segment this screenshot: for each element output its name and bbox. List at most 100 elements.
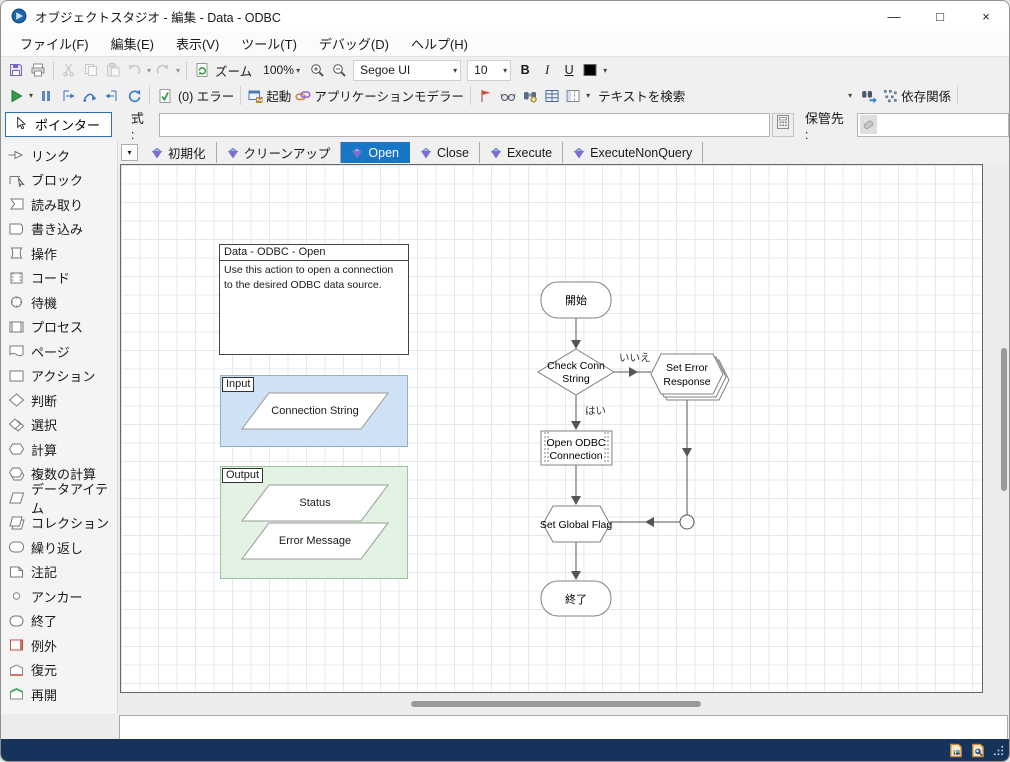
palette-item-read[interactable]: 読み取り — [1, 192, 117, 217]
menu-item-4[interactable]: デバッグ(D) — [308, 32, 400, 55]
palette-item-link[interactable]: リンク — [1, 143, 117, 168]
data-item-error-message[interactable]: Error Message — [241, 522, 389, 560]
menu-item-1[interactable]: 編集(E) — [100, 32, 165, 55]
zoom-out-button[interactable] — [328, 59, 350, 81]
palette-item-page[interactable]: ページ — [1, 339, 117, 364]
tab-クリーンアップ[interactable]: クリーンアップ — [217, 142, 342, 163]
resize-grip[interactable] — [992, 744, 1005, 757]
tab-executenonquery[interactable]: ExecuteNonQuery — [563, 142, 703, 163]
data-item-connection-string[interactable]: Connection String — [241, 392, 389, 430]
output-block-label: Output — [222, 468, 263, 483]
font-size-select[interactable]: 10▾ — [467, 60, 511, 81]
underline-button[interactable]: U — [558, 59, 580, 81]
maximize-button[interactable]: □ — [917, 1, 963, 31]
validate-button[interactable] — [154, 85, 176, 107]
step-into-button[interactable] — [57, 85, 79, 107]
palette-item-decision[interactable]: 判断 — [1, 388, 117, 413]
close-button[interactable]: × — [963, 1, 1009, 31]
tab-close[interactable]: Close — [410, 142, 480, 163]
launch-button[interactable]: 起動 — [245, 85, 293, 107]
reset-button[interactable] — [123, 85, 145, 107]
expression-input[interactable] — [159, 113, 770, 137]
breakpoint-button[interactable] — [475, 85, 497, 107]
page-tab-bar: ▾初期化クリーンアップOpenCloseExecuteExecuteNonQue… — [118, 141, 1010, 164]
decision-stage[interactable] — [538, 349, 614, 395]
redo-button[interactable]: ▾ — [153, 59, 182, 81]
text-search-combo[interactable]: テキストを検索▾ — [594, 85, 856, 106]
document-report-icon[interactable] — [948, 743, 963, 758]
find-next-button[interactable] — [858, 85, 880, 107]
palette-item-collection[interactable]: コレクション — [1, 511, 117, 536]
horizontal-scrollbar-thumb[interactable] — [411, 701, 701, 707]
tab-execute[interactable]: Execute — [480, 142, 563, 163]
zoom-select[interactable]: 100%▾ — [257, 60, 303, 81]
font-size-select-value: 10 — [474, 63, 487, 77]
paste-button[interactable] — [102, 59, 124, 81]
undo-button[interactable]: ▾ — [124, 59, 153, 81]
palette-item-calc[interactable]: 計算 — [1, 437, 117, 462]
vertical-scrollbar-thumb[interactable] — [1001, 348, 1007, 491]
pointer-tool-button[interactable]: ポインター — [5, 112, 112, 137]
input-block[interactable]: Input Connection String — [220, 375, 408, 447]
search-button[interactable] — [519, 85, 541, 107]
palette-item-end[interactable]: 終了 — [1, 609, 117, 634]
save-button[interactable] — [5, 59, 27, 81]
zoom-in-button[interactable] — [306, 59, 328, 81]
store-in-input[interactable] — [881, 117, 1008, 133]
menu-item-3[interactable]: ツール(T) — [230, 32, 308, 55]
note-stage[interactable]: Data - ODBC - Open Use this action to op… — [219, 244, 409, 355]
cut-button[interactable] — [58, 59, 80, 81]
expression-editor-button[interactable] — [772, 113, 794, 137]
loop-stage-icon — [8, 540, 25, 554]
copy-button[interactable] — [80, 59, 102, 81]
workspace: リンクブロック読み取り書き込み操作コード待機プロセスページアクション判断選択計算… — [1, 141, 1010, 741]
branch-no-label: いいえ — [619, 352, 651, 364]
anchor-stage[interactable] — [680, 515, 694, 529]
pause-button[interactable] — [35, 85, 57, 107]
redo-icon — [155, 62, 171, 78]
palette-item-choice[interactable]: 選択 — [1, 413, 117, 438]
menu-item-5[interactable]: ヘルプ(H) — [400, 32, 479, 55]
data-item-status[interactable]: Status — [241, 484, 389, 522]
palette-item-recover[interactable]: 復元 — [1, 658, 117, 683]
italic-button[interactable]: I — [536, 59, 558, 81]
app-modeller-button[interactable]: アプリケーションモデラー — [293, 85, 466, 107]
palette-item-write[interactable]: 書き込み — [1, 217, 117, 242]
run-button[interactable]: ▾ — [6, 85, 35, 107]
palette-item-dataitem[interactable]: データアイテム — [1, 486, 117, 511]
palette-item-resume[interactable]: 再開 — [1, 682, 117, 707]
step-out-button[interactable] — [101, 85, 123, 107]
tab-初期化[interactable]: 初期化 — [141, 142, 217, 163]
tab-open[interactable]: Open — [341, 142, 410, 163]
watch-button[interactable] — [497, 85, 519, 107]
bold-button[interactable]: B — [514, 59, 536, 81]
palette-item-exception[interactable]: 例外 — [1, 633, 117, 658]
errors-button[interactable]: (0) エラー — [176, 85, 236, 107]
font-color-button[interactable]: ▾ — [580, 59, 609, 81]
output-block[interactable]: Output Status Error Message — [220, 466, 408, 579]
font-select[interactable]: Segoe UI▾ — [353, 60, 461, 81]
snap-button[interactable]: ▾ — [563, 85, 592, 107]
refresh-button[interactable] — [191, 59, 213, 81]
palette-item-loop[interactable]: 繰り返し — [1, 535, 117, 560]
document-search-icon[interactable] — [970, 743, 985, 758]
palette-item-code[interactable]: コード — [1, 266, 117, 291]
palette-item-process[interactable]: プロセス — [1, 315, 117, 340]
menu-item-2[interactable]: 表示(V) — [165, 32, 230, 55]
print-button[interactable] — [27, 59, 49, 81]
flow-canvas[interactable]: 開始 Check Conn String Set Error Response … — [120, 164, 983, 693]
dependencies-button[interactable]: 依存関係 — [880, 85, 953, 107]
minimize-button[interactable]: — — [871, 1, 917, 31]
palette-item-anchor[interactable]: アンカー — [1, 584, 117, 609]
grid-button[interactable] — [541, 85, 563, 107]
store-in-field[interactable] — [857, 113, 1009, 137]
palette-item-wait[interactable]: 待機 — [1, 290, 117, 315]
chevron-down-icon: ▾ — [296, 66, 300, 75]
menu-item-0[interactable]: ファイル(F) — [9, 32, 100, 55]
tab-list-dropdown[interactable]: ▾ — [121, 144, 138, 161]
palette-item-action[interactable]: アクション — [1, 364, 117, 389]
palette-item-navigate[interactable]: 操作 — [1, 241, 117, 266]
palette-item-block[interactable]: ブロック — [1, 168, 117, 193]
palette-item-note[interactable]: 注記 — [1, 560, 117, 585]
step-over-button[interactable] — [79, 85, 101, 107]
